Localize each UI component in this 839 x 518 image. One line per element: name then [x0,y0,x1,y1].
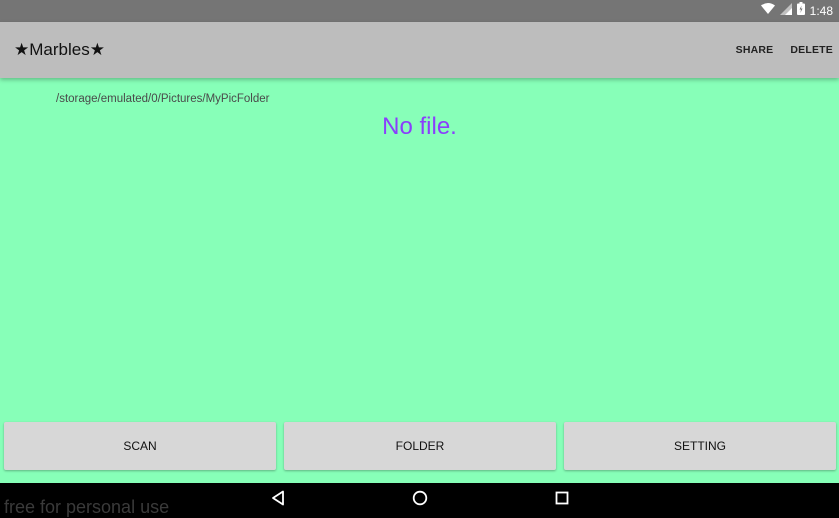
recents-icon [555,491,569,510]
folder-button[interactable]: FOLDER [284,422,556,470]
signal-icon [779,2,792,20]
delete-button[interactable]: DELETE [790,44,833,56]
recents-button[interactable] [542,483,582,518]
wifi-icon [760,2,775,20]
home-icon [412,490,428,511]
app-actions: SHARE DELETE [736,22,833,78]
status-icons: 1:48 [760,0,833,22]
empty-message: No file. [382,113,457,140]
app-bar: ★Marbles★ SHARE DELETE [0,22,839,78]
share-button[interactable]: SHARE [736,44,774,56]
back-icon [271,490,285,511]
watermark: free for personal use [4,497,170,517]
scan-button[interactable]: SCAN [4,422,276,470]
home-button[interactable] [400,483,440,518]
back-button[interactable] [258,483,298,518]
folder-path: /storage/emulated/0/Pictures/MyPicFolder [56,93,270,105]
setting-button[interactable]: SETTING [564,422,836,470]
battery-icon [796,2,805,20]
app-title: ★Marbles★ [14,40,105,59]
status-time: 1:48 [809,4,833,18]
status-bar: 1:48 [0,0,839,22]
